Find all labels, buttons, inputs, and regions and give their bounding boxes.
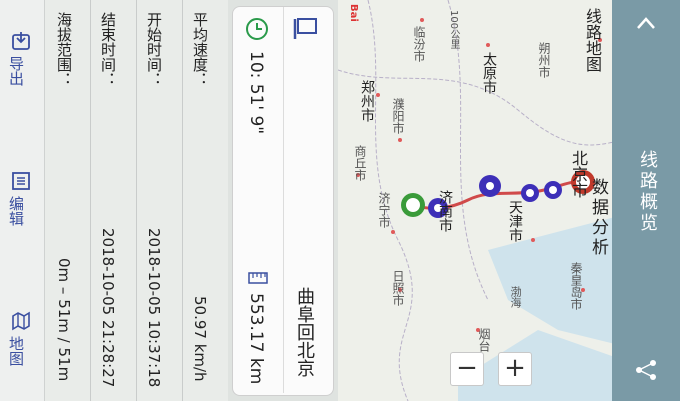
detail-label-altitude: 海拔范围：	[55, 12, 73, 87]
back-icon[interactable]	[632, 10, 660, 38]
divider	[136, 0, 137, 401]
clock-icon	[245, 17, 269, 41]
divider	[182, 0, 183, 401]
export-label: 导出	[7, 56, 25, 86]
detail-value-start-time: 2018-10-05 10:37:18	[145, 228, 163, 388]
waypoint-marker[interactable]	[544, 181, 562, 199]
edit-button[interactable]: 编辑	[0, 170, 44, 240]
map-label-qinhuangdao: 秦皇岛市	[569, 262, 583, 310]
zoom-in-button[interactable]: +	[498, 352, 532, 386]
map-label-taiyuan: 太原市	[481, 52, 497, 94]
detail-value-end-time: 2018-10-05 21:28:27	[99, 228, 117, 388]
map-label-puyang: 濮阳市	[391, 98, 405, 134]
map-label-linfen: 临汾市	[412, 26, 426, 62]
map-label-zhengzhou: 郑州市	[359, 80, 375, 122]
map-label-route-map: 线路地图	[583, 8, 602, 72]
map-label-bohai: 渤海	[509, 286, 522, 308]
map-icon	[10, 310, 32, 336]
map-label-shuozhou: 朔州市	[537, 42, 551, 78]
map-label: 地图	[7, 336, 25, 366]
detail-value-altitude: 0m – 51m / 51m	[55, 258, 73, 382]
route-card: 10: 51' 9" 553.17 km 曲阜回北京	[232, 6, 334, 396]
edit-label: 编辑	[7, 196, 25, 226]
map-label-tianjin: 天津市	[507, 200, 523, 242]
tab-route-overview[interactable]: 线路概览	[634, 150, 660, 234]
map-button[interactable]: 地图	[0, 310, 44, 380]
detail-label-end-time: 结束时间：	[99, 12, 117, 87]
export-button[interactable]: 导出	[0, 30, 44, 100]
baidu-logo: Bai	[348, 4, 359, 22]
route-name: 曲阜回北京	[294, 287, 315, 377]
duration-value: 10: 51' 9"	[246, 51, 266, 135]
map-label-yan: 烟台	[477, 328, 491, 352]
map-label-jinan: 济南市	[437, 190, 453, 232]
distance-value: 553.17 km	[246, 293, 266, 385]
duration-row: 10: 51' 9" 553.17 km	[233, 7, 284, 393]
app-header: 线路概览 数据分析	[612, 0, 680, 401]
detail-label-avg-speed: 平均速度：	[191, 12, 209, 87]
start-marker[interactable]	[401, 193, 425, 217]
map-label-scale: 100公里	[448, 10, 459, 50]
edit-icon	[10, 170, 32, 196]
map-label-jining: 济宁市	[377, 192, 391, 228]
zoom-out-button[interactable]: −	[450, 352, 484, 386]
detail-label-start-time: 开始时间：	[145, 12, 163, 87]
bottom-toolbar: 导出 编辑 地图	[0, 0, 45, 401]
waypoint-marker[interactable]	[521, 184, 539, 202]
route-details: 平均速度： 50.97 km/h 开始时间： 2018-10-05 10:37:…	[44, 0, 228, 401]
waypoint-marker[interactable]	[479, 175, 501, 197]
divider	[90, 0, 91, 401]
ruler-icon	[247, 269, 269, 287]
map-label-beijing: 北京市	[569, 150, 588, 198]
share-icon[interactable]	[632, 356, 660, 384]
map-label-shangqiu: 商丘市	[353, 145, 367, 181]
detail-value-avg-speed: 50.97 km/h	[191, 296, 209, 382]
tab-data-analysis-visible[interactable]: 数据分析	[586, 178, 611, 258]
export-icon	[10, 30, 32, 56]
map-label-rizhao: 日照市	[391, 270, 405, 306]
flag-pin-icon	[291, 15, 321, 43]
